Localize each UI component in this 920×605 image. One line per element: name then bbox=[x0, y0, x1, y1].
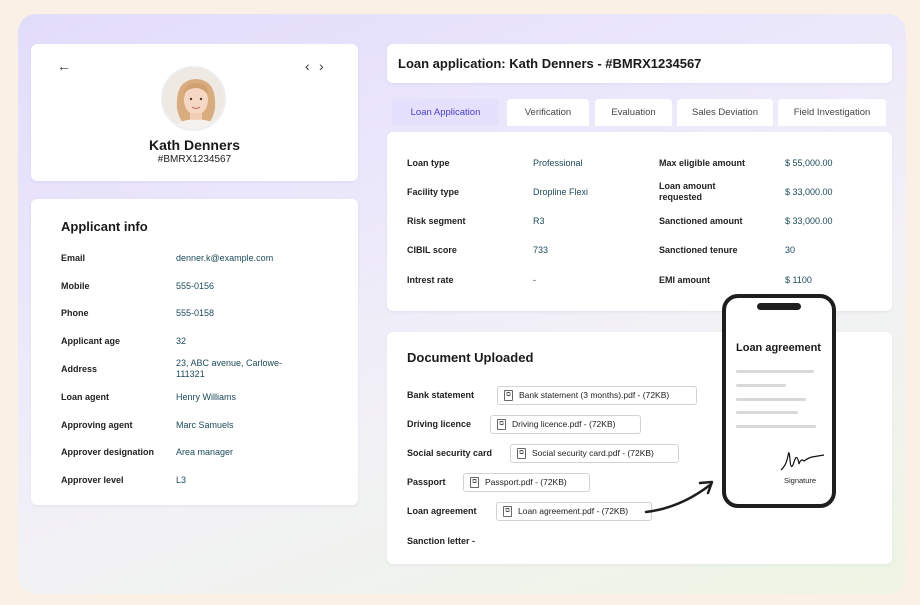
info-label: Loan agent bbox=[61, 392, 110, 402]
detail-label: Facility type bbox=[407, 187, 460, 197]
detail-value-loan-type: Professional bbox=[533, 158, 583, 168]
info-label: Approver designation bbox=[61, 447, 155, 457]
applicant-id: #BMRX1234567 bbox=[157, 154, 232, 165]
text-line bbox=[736, 370, 814, 373]
pdf-file-icon: ⧉ bbox=[504, 390, 513, 401]
detail-value-facility-type: Dropline Flexi bbox=[533, 187, 589, 197]
pdf-file-icon: ⧉ bbox=[470, 477, 479, 488]
detail-label: Loan type bbox=[407, 158, 450, 168]
detail-value-sanctioned-tenure: 30 bbox=[785, 245, 796, 255]
doc-file-name: Bank statement (3 months).pdf - (72KB) bbox=[519, 390, 670, 400]
info-value-mobile: 555-0156 bbox=[176, 281, 215, 291]
doc-file-driving-licence[interactable]: ⧉ Driving licence.pdf - (72KB) bbox=[490, 415, 641, 434]
info-value-age: 32 bbox=[176, 336, 187, 346]
applicant-info-title: Applicant info bbox=[61, 219, 148, 234]
text-line bbox=[736, 398, 806, 401]
info-label: Approver level bbox=[61, 475, 124, 485]
text-line bbox=[736, 425, 816, 428]
info-value-phone: 555-0158 bbox=[176, 308, 215, 318]
detail-value-risk-segment: R3 bbox=[533, 216, 545, 226]
detail-label: Sanctioned tenure bbox=[659, 245, 738, 255]
detail-label: EMI amount bbox=[659, 275, 710, 285]
profile-card: ← ‹ › Kath Denners #BMRX1234567 bbox=[31, 44, 358, 181]
pdf-file-icon: ⧉ bbox=[503, 506, 512, 517]
detail-value-emi-amount: $ 1100 bbox=[785, 275, 812, 285]
signature-label: Signature bbox=[784, 476, 817, 485]
applicant-info-card: Applicant info Email denner.k@example.co… bbox=[31, 199, 358, 505]
detail-label: Loan amount requested bbox=[659, 181, 716, 202]
tab-verification[interactable]: Verification bbox=[507, 99, 589, 126]
detail-value-max-eligible: $ 55,000.00 bbox=[785, 158, 833, 168]
doc-label: Bank statement bbox=[407, 390, 475, 400]
info-label: Applicant age bbox=[61, 336, 121, 346]
doc-file-passport[interactable]: ⧉ Passport.pdf - (72KB) bbox=[463, 473, 590, 492]
info-label: Mobile bbox=[61, 281, 90, 291]
detail-value-amount-requested: $ 33,000.00 bbox=[785, 187, 833, 197]
detail-value-interest-rate: - bbox=[533, 275, 536, 285]
info-value-email[interactable]: denner.k@example.com bbox=[176, 253, 306, 264]
tab-loan-application[interactable]: Loan Application bbox=[392, 99, 499, 126]
doc-label: Driving licence bbox=[407, 419, 472, 429]
doc-label: Passport bbox=[407, 477, 446, 487]
pdf-file-icon: ⧉ bbox=[497, 419, 506, 430]
detail-label: Risk segment bbox=[407, 216, 466, 226]
doc-label: Loan agreement bbox=[407, 506, 477, 516]
detail-label: Intrest rate bbox=[407, 275, 454, 285]
detail-value-cibil-score: 733 bbox=[533, 245, 549, 255]
doc-file-loan-agreement[interactable]: ⧉ Loan agreement.pdf - (72KB) bbox=[496, 502, 652, 521]
text-line bbox=[736, 384, 786, 387]
page-title: Loan application: Kath Denners - #BMRX12… bbox=[398, 56, 702, 71]
text-line bbox=[736, 411, 798, 414]
applicant-name: Kath Denners bbox=[148, 137, 241, 153]
detail-label: CIBIL score bbox=[407, 245, 457, 255]
tab-evaluation[interactable]: Evaluation bbox=[595, 99, 672, 126]
loan-details-card: Loan type Professional Facility type Dro… bbox=[387, 132, 892, 311]
detail-value-sanctioned-amount: $ 33,000.00 bbox=[785, 216, 833, 226]
phone-title: Loan agreement bbox=[736, 342, 821, 354]
doc-file-bank-statement[interactable]: ⧉ Bank statement (3 months).pdf - (72KB) bbox=[497, 386, 697, 405]
pdf-file-icon: ⧉ bbox=[517, 448, 526, 459]
info-label: Approving agent bbox=[61, 420, 133, 430]
doc-file-social-security-card[interactable]: ⧉ Social security card.pdf - (72KB) bbox=[510, 444, 679, 463]
avatar bbox=[161, 66, 226, 131]
doc-file-name: Loan agreement.pdf - (72KB) bbox=[518, 506, 629, 516]
chevron-right-icon[interactable]: › bbox=[319, 58, 324, 74]
doc-file-name: Driving licence.pdf - (72KB) bbox=[512, 419, 616, 429]
chevron-left-icon[interactable]: ‹ bbox=[305, 58, 310, 74]
doc-file-name: Passport.pdf - (72KB) bbox=[485, 477, 567, 487]
detail-label: Max eligible amount bbox=[659, 158, 746, 168]
page-header: Loan application: Kath Denners - #BMRX12… bbox=[387, 44, 892, 83]
doc-file-name: Social security card.pdf - (72KB) bbox=[532, 448, 654, 458]
info-label: Phone bbox=[61, 308, 89, 318]
info-value-approving-agent: Marc Samuels bbox=[176, 420, 234, 430]
info-value-loan-agent: Henry Williams bbox=[176, 392, 237, 402]
info-label: Address bbox=[61, 364, 98, 374]
documents-title: Document Uploaded bbox=[407, 350, 534, 365]
phone-mockup: Loan agreement Signature bbox=[722, 294, 836, 508]
info-value-approver-designation: Area manager bbox=[176, 447, 234, 457]
detail-label: Sanctioned amount bbox=[659, 216, 743, 226]
tab-sales-deviation[interactable]: Sales Deviation bbox=[677, 99, 773, 126]
signature-icon bbox=[780, 452, 825, 471]
tab-field-investigation[interactable]: Field Investigation bbox=[778, 99, 886, 126]
doc-label: Sanction letter - bbox=[407, 536, 476, 546]
info-label: Email bbox=[61, 253, 86, 263]
info-value-address: 23, ABC avenue, Carlowe-111321 bbox=[176, 358, 283, 379]
phone-notch bbox=[757, 303, 801, 310]
arrow-left-icon[interactable]: ← bbox=[57, 58, 71, 74]
connector-arrow bbox=[644, 480, 714, 514]
info-value-approver-level: L3 bbox=[176, 475, 187, 485]
doc-label: Social security card bbox=[407, 448, 493, 458]
